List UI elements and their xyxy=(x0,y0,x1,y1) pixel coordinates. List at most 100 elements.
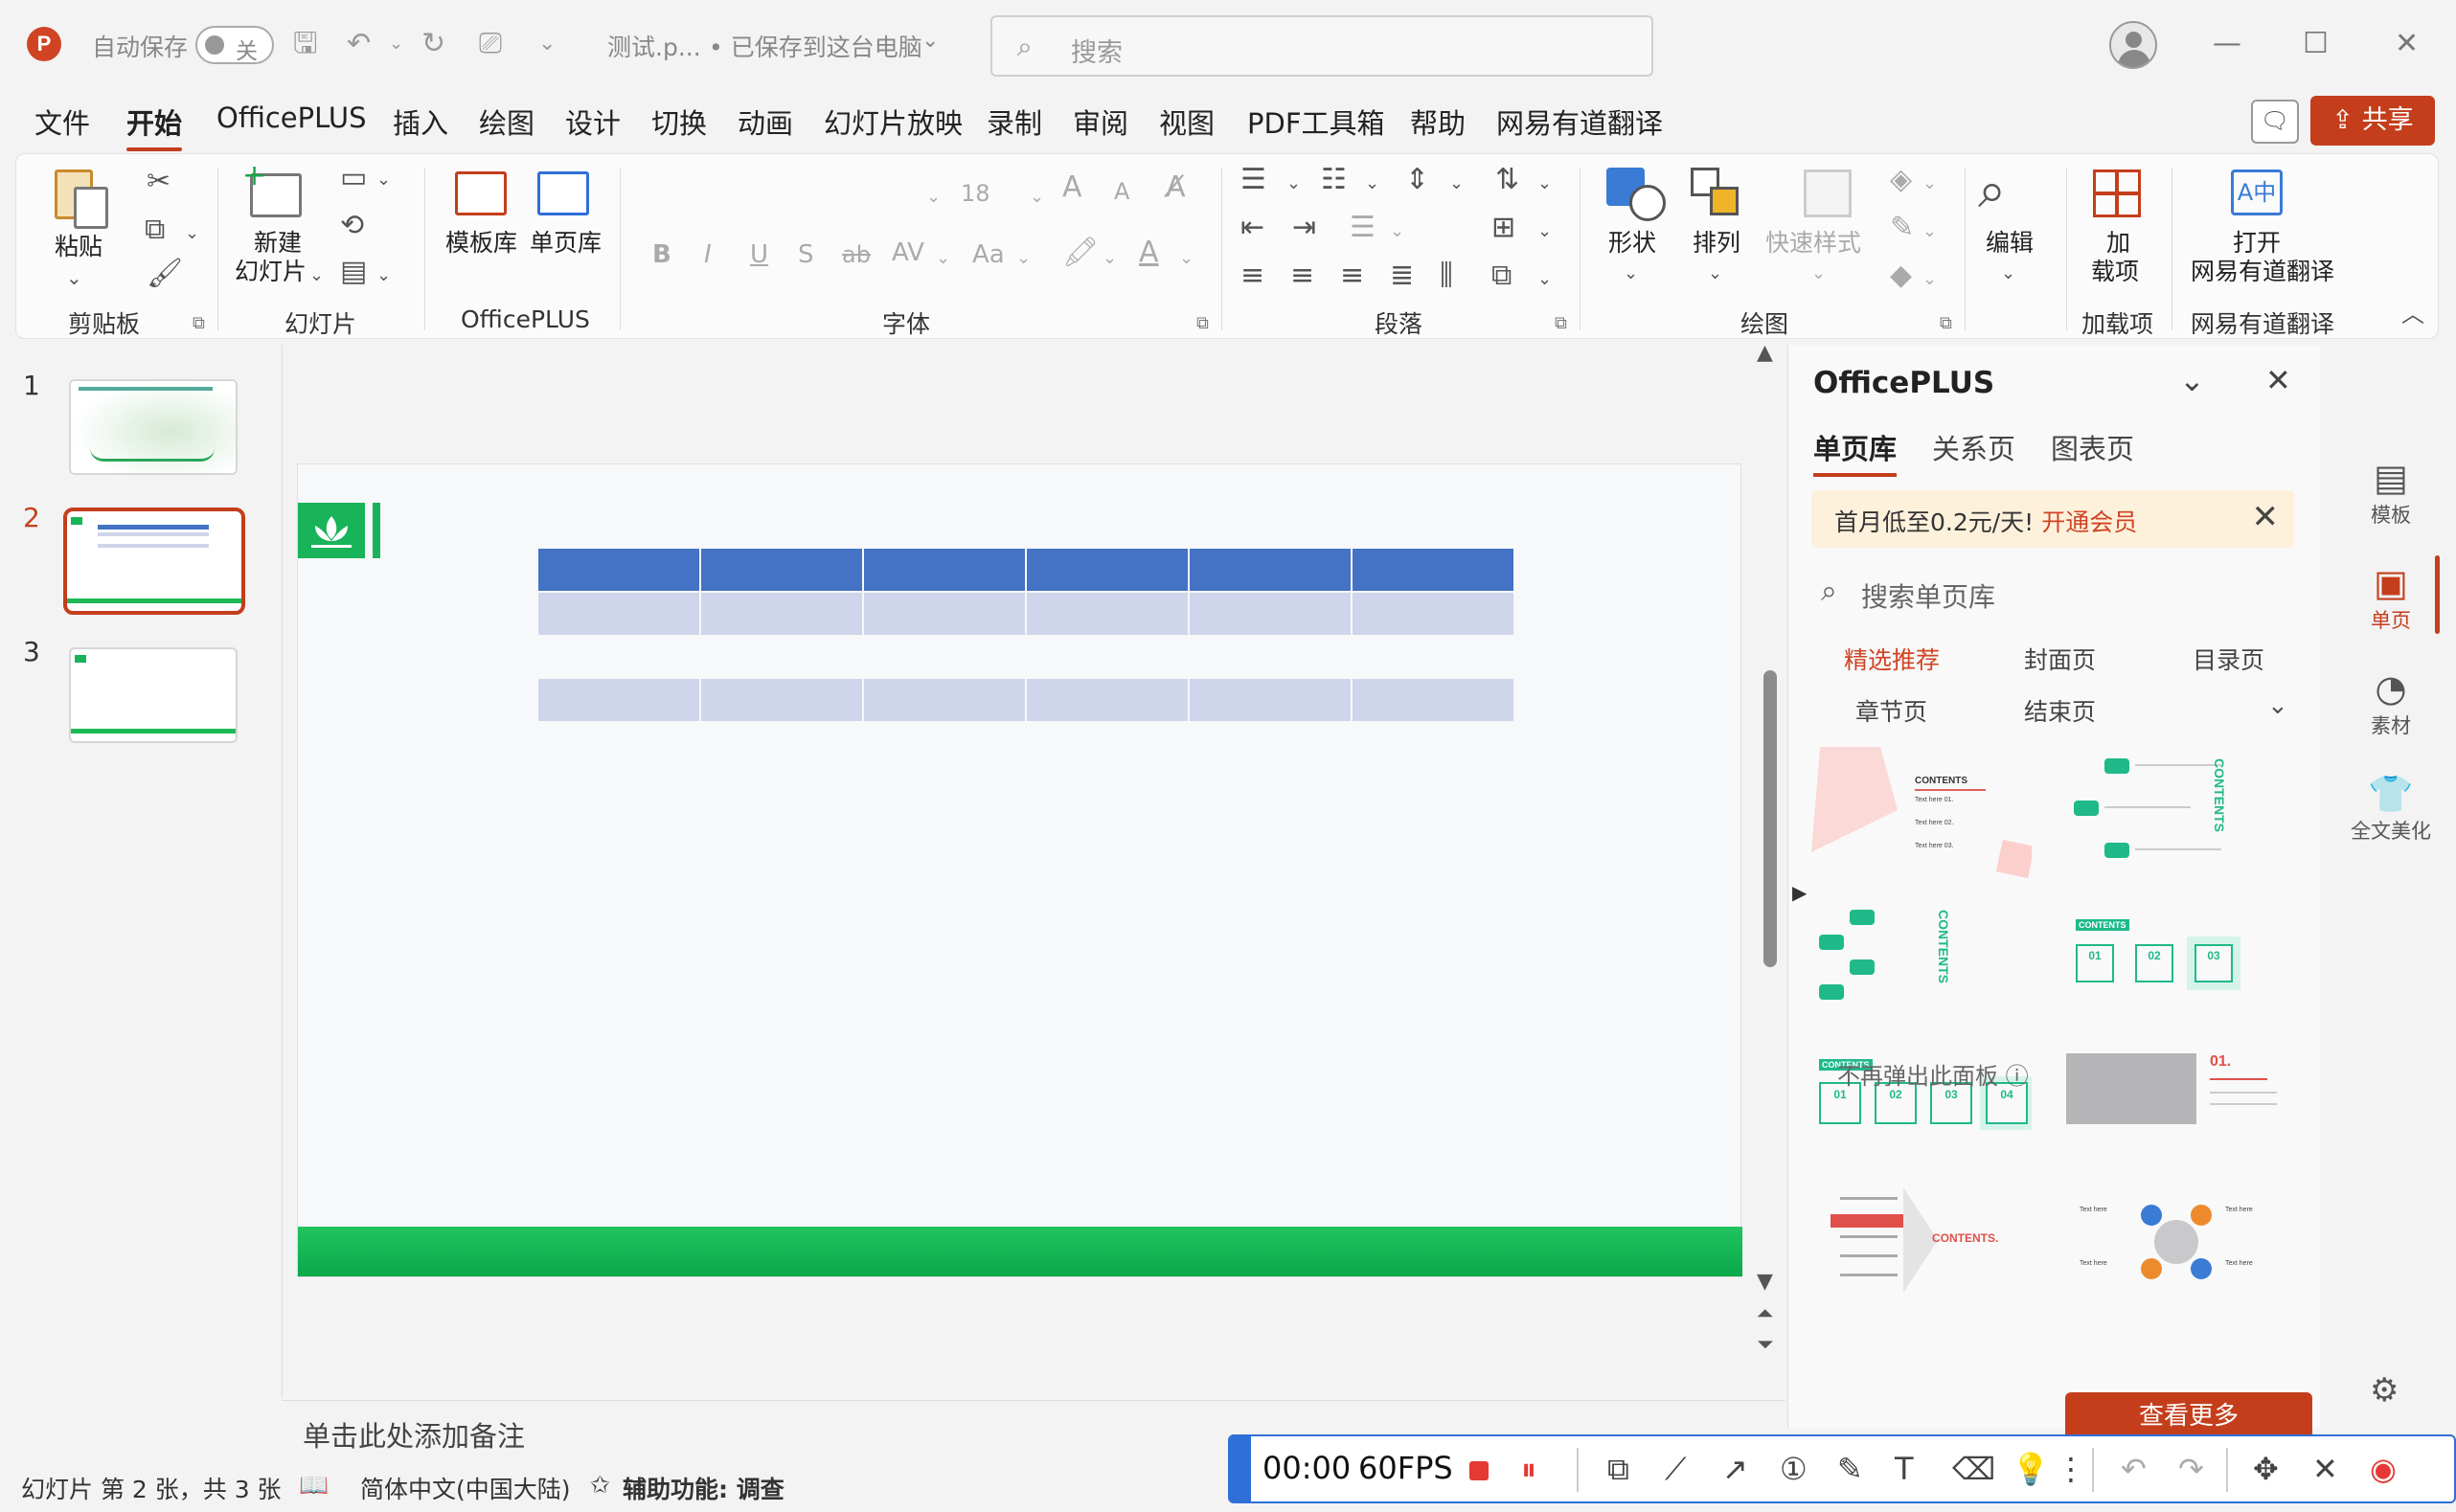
change-case-dropdown-icon[interactable]: ⌄ xyxy=(1016,242,1031,275)
char-spacing-icon[interactable]: AV xyxy=(892,237,924,269)
find-icon[interactable]: ⌕ xyxy=(1978,162,2006,219)
tab-insert[interactable]: 插入 xyxy=(393,102,448,142)
language-status[interactable]: 简体中文(中国大陆) xyxy=(360,1471,571,1505)
side-item-template[interactable]: ▤ 模板 xyxy=(2326,456,2456,529)
page-lib-search[interactable]: ⌕ 搜索单页库 xyxy=(1811,563,2294,621)
columns-dropdown-icon[interactable]: ⌄ xyxy=(1390,215,1404,248)
scroll-down-icon[interactable]: ▼ xyxy=(1757,1270,1773,1294)
shrink-font-icon[interactable]: A xyxy=(1114,175,1129,208)
arrange-dropdown-icon[interactable]: ⌄ xyxy=(1708,258,1722,290)
save-status[interactable]: • 已保存到这台电脑 xyxy=(709,29,922,63)
editing-label[interactable]: 编辑 xyxy=(1986,229,2034,258)
table-cell[interactable] xyxy=(864,549,1025,591)
undo-icon[interactable]: ↶ xyxy=(347,27,371,61)
scrollbar-thumb[interactable] xyxy=(1763,670,1777,967)
pause-record-icon[interactable]: ⏸ xyxy=(1521,1450,1536,1488)
table-cell[interactable] xyxy=(538,593,699,635)
tab-record[interactable]: 录制 xyxy=(987,102,1042,142)
layout-icon[interactable]: ▭ xyxy=(340,162,367,194)
categories-expand-icon[interactable]: ⌄ xyxy=(2267,691,2288,720)
text-direction-icon[interactable]: ⇅ xyxy=(1495,164,1519,196)
table-cell[interactable] xyxy=(864,593,1025,635)
close-icon[interactable]: ✕ xyxy=(2395,27,2419,61)
table-header-row[interactable] xyxy=(538,549,1515,591)
side-item-material[interactable]: ◔ 素材 xyxy=(2326,666,2456,739)
shape-outline-dropdown-icon[interactable]: ⌄ xyxy=(1922,215,1937,248)
arrange-label[interactable]: 排列 xyxy=(1693,229,1740,258)
recorder-redo-icon[interactable]: ↷ xyxy=(2178,1450,2204,1488)
table-cell[interactable] xyxy=(1027,549,1188,591)
tab-youdao[interactable]: 网易有道翻译 xyxy=(1496,102,1663,142)
template-card[interactable]: CONTENTS 01 02 03 04 xyxy=(1811,1034,2032,1168)
recorder-fps[interactable]: 60FPS xyxy=(1358,1450,1453,1486)
slide-thumbnail-2[interactable] xyxy=(63,508,245,615)
quick-styles-dropdown-icon[interactable]: ⌄ xyxy=(1811,258,1826,290)
table-cell[interactable] xyxy=(1353,593,1513,635)
template-card[interactable]: 01. xyxy=(2066,1034,2286,1168)
char-spacing-dropdown-icon[interactable]: ⌄ xyxy=(936,242,950,275)
shape-effects-dropdown-icon[interactable]: ⌄ xyxy=(1922,263,1937,296)
recorder-close-icon[interactable]: ✕ xyxy=(2312,1450,2338,1488)
promo-close-icon[interactable]: ✕ xyxy=(2252,498,2280,536)
youdao-label-1[interactable]: 打开 xyxy=(2233,229,2281,258)
editing-dropdown-icon[interactable]: ⌄ xyxy=(2001,258,2015,290)
table-cell[interactable] xyxy=(538,549,699,591)
tab-home[interactable]: 开始 xyxy=(126,102,183,151)
redo-icon[interactable]: ↻ xyxy=(421,27,445,61)
highlight-dropdown-icon[interactable]: ⌄ xyxy=(1103,242,1117,275)
clear-format-icon[interactable]: A̸ xyxy=(1166,171,1186,204)
collapse-ribbon-icon[interactable]: ︿ xyxy=(2401,298,2424,330)
table-cell[interactable] xyxy=(538,679,699,721)
tab-review[interactable]: 审阅 xyxy=(1073,102,1128,142)
tab-file[interactable]: 文件 xyxy=(34,102,90,142)
avatar[interactable] xyxy=(2109,21,2157,69)
bullets-icon[interactable]: ☰ xyxy=(1240,164,1266,196)
panel-collapse-icon[interactable]: ⌄ xyxy=(2179,362,2205,398)
tab-draw[interactable]: 绘图 xyxy=(479,102,534,142)
addins-icon[interactable] xyxy=(2093,169,2141,217)
arrow-tool-icon[interactable]: ↗ xyxy=(1722,1450,1748,1488)
cut-icon[interactable]: ✂ xyxy=(147,166,171,198)
align-left-icon[interactable]: ≡ xyxy=(1240,260,1264,292)
template-card[interactable]: Text here Text here Text here Text here xyxy=(2066,1178,2286,1312)
format-painter-icon[interactable]: 🖌 xyxy=(147,258,183,290)
table-row[interactable] xyxy=(538,679,1515,721)
numbering-icon[interactable]: ☷ xyxy=(1321,164,1347,196)
distributed-icon[interactable]: ⫼ xyxy=(1440,260,1453,292)
record-status-icon[interactable]: ◉ xyxy=(2370,1450,2397,1488)
number-tool-icon[interactable]: ① xyxy=(1780,1450,1808,1488)
table-cell[interactable] xyxy=(864,679,1025,721)
more-tools-icon[interactable]: ⋮ xyxy=(2056,1450,2086,1488)
strikethrough-icon[interactable]: ab xyxy=(842,238,871,271)
underline-icon[interactable]: U xyxy=(750,238,768,271)
copy-icon[interactable]: ⧉ xyxy=(145,214,165,246)
align-text-icon[interactable]: ⊞ xyxy=(1491,212,1515,244)
scroll-up-icon[interactable]: ▲ xyxy=(1757,341,1773,365)
text-tool-icon[interactable]: T xyxy=(1895,1450,1914,1488)
shape-fill-icon[interactable]: ◈ xyxy=(1890,164,1912,196)
slide-thumbnail-1[interactable] xyxy=(69,379,238,475)
shape-effects-icon[interactable]: ◆ xyxy=(1890,260,1912,292)
align-text-dropdown-icon[interactable]: ⌄ xyxy=(1537,215,1552,248)
template-card[interactable]: CONTENTS Text here 01. Text here 02. Tex… xyxy=(1811,747,2032,881)
decrease-indent-icon[interactable]: ⇤ xyxy=(1240,212,1264,244)
maximize-icon[interactable]: ☐ xyxy=(2303,27,2329,61)
table-cell[interactable] xyxy=(1190,549,1351,591)
present-icon[interactable]: ⎚ xyxy=(479,27,502,61)
tab-design[interactable]: 设计 xyxy=(565,102,621,142)
tab-pdf-toolbox[interactable]: PDF工具箱 xyxy=(1247,102,1385,142)
search-box[interactable]: ⌕ 搜索 xyxy=(990,15,1653,77)
addins-label-2[interactable]: 载项 xyxy=(2091,258,2139,286)
table-row[interactable] xyxy=(538,593,1515,635)
slide-canvas[interactable] xyxy=(297,463,1742,1277)
polyline-tool-icon[interactable]: ⟋ xyxy=(1665,1450,1686,1488)
section-icon[interactable]: ▤ xyxy=(340,256,367,288)
template-lib-icon[interactable] xyxy=(455,171,507,215)
category-featured[interactable]: 精选推荐 xyxy=(1844,642,1940,676)
paste-label[interactable]: 粘贴 xyxy=(55,233,102,261)
font-name-dropdown-icon[interactable]: ⌄ xyxy=(926,181,941,214)
section-dropdown-icon[interactable]: ⌄ xyxy=(376,260,391,292)
reset-icon[interactable]: ⟲ xyxy=(340,210,364,242)
side-item-beautify[interactable]: 👕 全文美化 xyxy=(2326,772,2456,845)
line-spacing-icon[interactable]: ⇕ xyxy=(1405,164,1429,196)
